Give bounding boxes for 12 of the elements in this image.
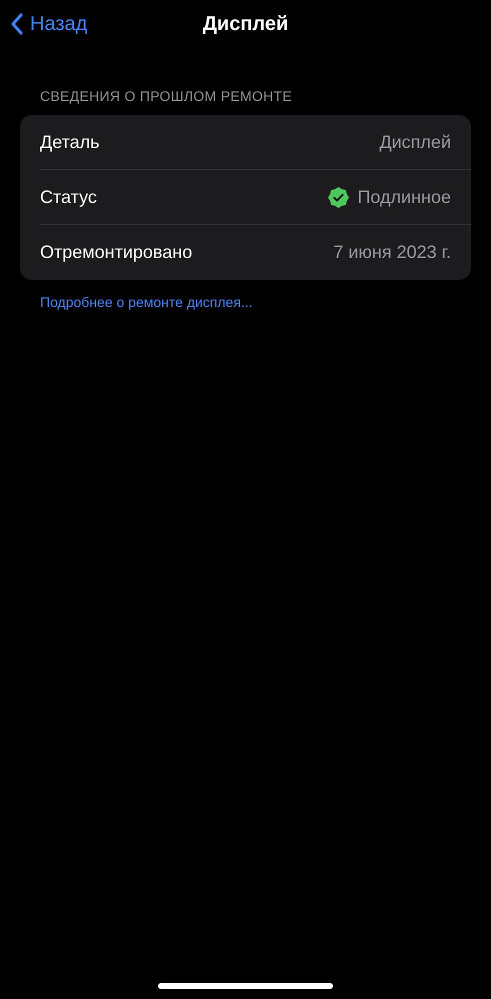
section-header: СВЕДЕНИЯ О ПРОШЛОМ РЕМОНТЕ	[40, 87, 294, 106]
screen-title: Дисплей	[202, 12, 288, 37]
row-label: Отремонтировано	[40, 241, 192, 264]
back-chevron-icon	[10, 12, 24, 36]
row-value: Подлинное	[357, 186, 451, 209]
verified-badge-icon	[328, 186, 350, 208]
back-button[interactable]: Назад	[10, 9, 88, 39]
row-label: Статус	[40, 186, 97, 209]
row-label: Деталь	[40, 130, 100, 154]
row-value: Дисплей	[379, 130, 451, 154]
repair-info-link[interactable]: Подробнее о ремонте дисплея...	[40, 292, 491, 313]
row-value: 7 июня 2023 г.	[333, 241, 451, 264]
